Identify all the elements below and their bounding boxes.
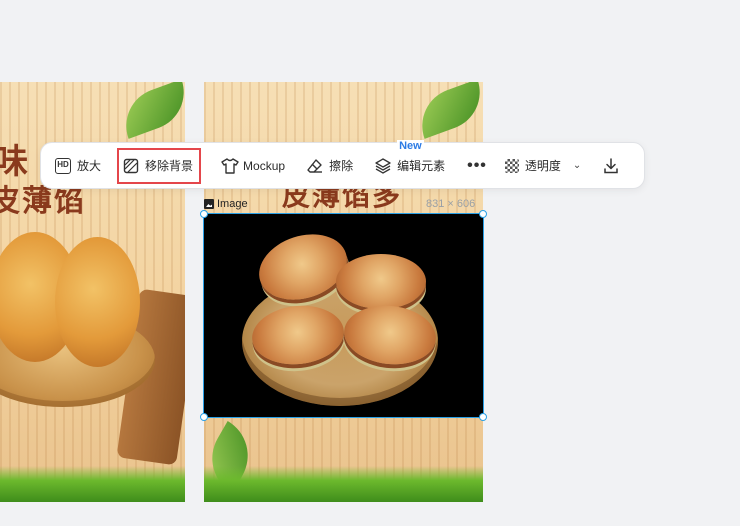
eraser-icon (307, 158, 323, 174)
resize-handle-top-right[interactable] (479, 210, 487, 218)
erase-button[interactable]: 擦除 (307, 150, 353, 182)
image-toolbar: HD 放大 移除背景 Mockup 擦除 编辑元素 New ••• 透明度 ⌄ (40, 139, 645, 189)
shirt-icon (221, 157, 239, 174)
image-icon (204, 199, 214, 209)
more-options-icon[interactable]: ••• (467, 157, 487, 175)
selected-image[interactable] (200, 210, 487, 421)
opacity-button[interactable]: 透明度 ⌄ (504, 150, 582, 182)
layers-icon (375, 157, 391, 174)
selection-type-text: Image (217, 198, 248, 210)
download-icon (603, 157, 619, 174)
canvas[interactable]: 味 皮薄馅 皮薄馅多 Image 831 × 606 HD 放大 移除背景 Mo… (0, 0, 740, 526)
chevron-down-icon: ⌄ (572, 160, 582, 171)
edit-elements-label: 编辑元素 (397, 159, 446, 173)
resize-handle-bottom-left[interactable] (200, 413, 208, 421)
remove-background-button[interactable]: 移除背景 (117, 147, 202, 184)
remove-background-label: 移除背景 (145, 159, 194, 173)
resize-handle-bottom-right[interactable] (479, 413, 487, 421)
erase-label: 擦除 (329, 159, 354, 173)
resize-handle-top-left[interactable] (200, 210, 208, 218)
opacity-label: 透明度 (524, 159, 561, 173)
mockup-label: Mockup (243, 158, 286, 173)
upscale-button[interactable]: HD 放大 (55, 150, 101, 182)
transparency-icon (504, 158, 519, 173)
hd-icon: HD (55, 157, 71, 174)
remove-background-icon (123, 158, 139, 174)
mockup-button[interactable]: Mockup (221, 150, 285, 182)
download-button[interactable] (603, 150, 619, 182)
selection-size-label: 831 × 606 (426, 198, 476, 210)
new-badge: New (397, 139, 424, 152)
grass (204, 466, 483, 502)
selection-type-label: Image (204, 198, 248, 210)
edit-elements-button[interactable]: 编辑元素 New (375, 139, 446, 182)
pastry (336, 254, 426, 309)
pastry (55, 237, 140, 367)
upscale-label: 放大 (77, 159, 102, 173)
grass (0, 466, 185, 502)
